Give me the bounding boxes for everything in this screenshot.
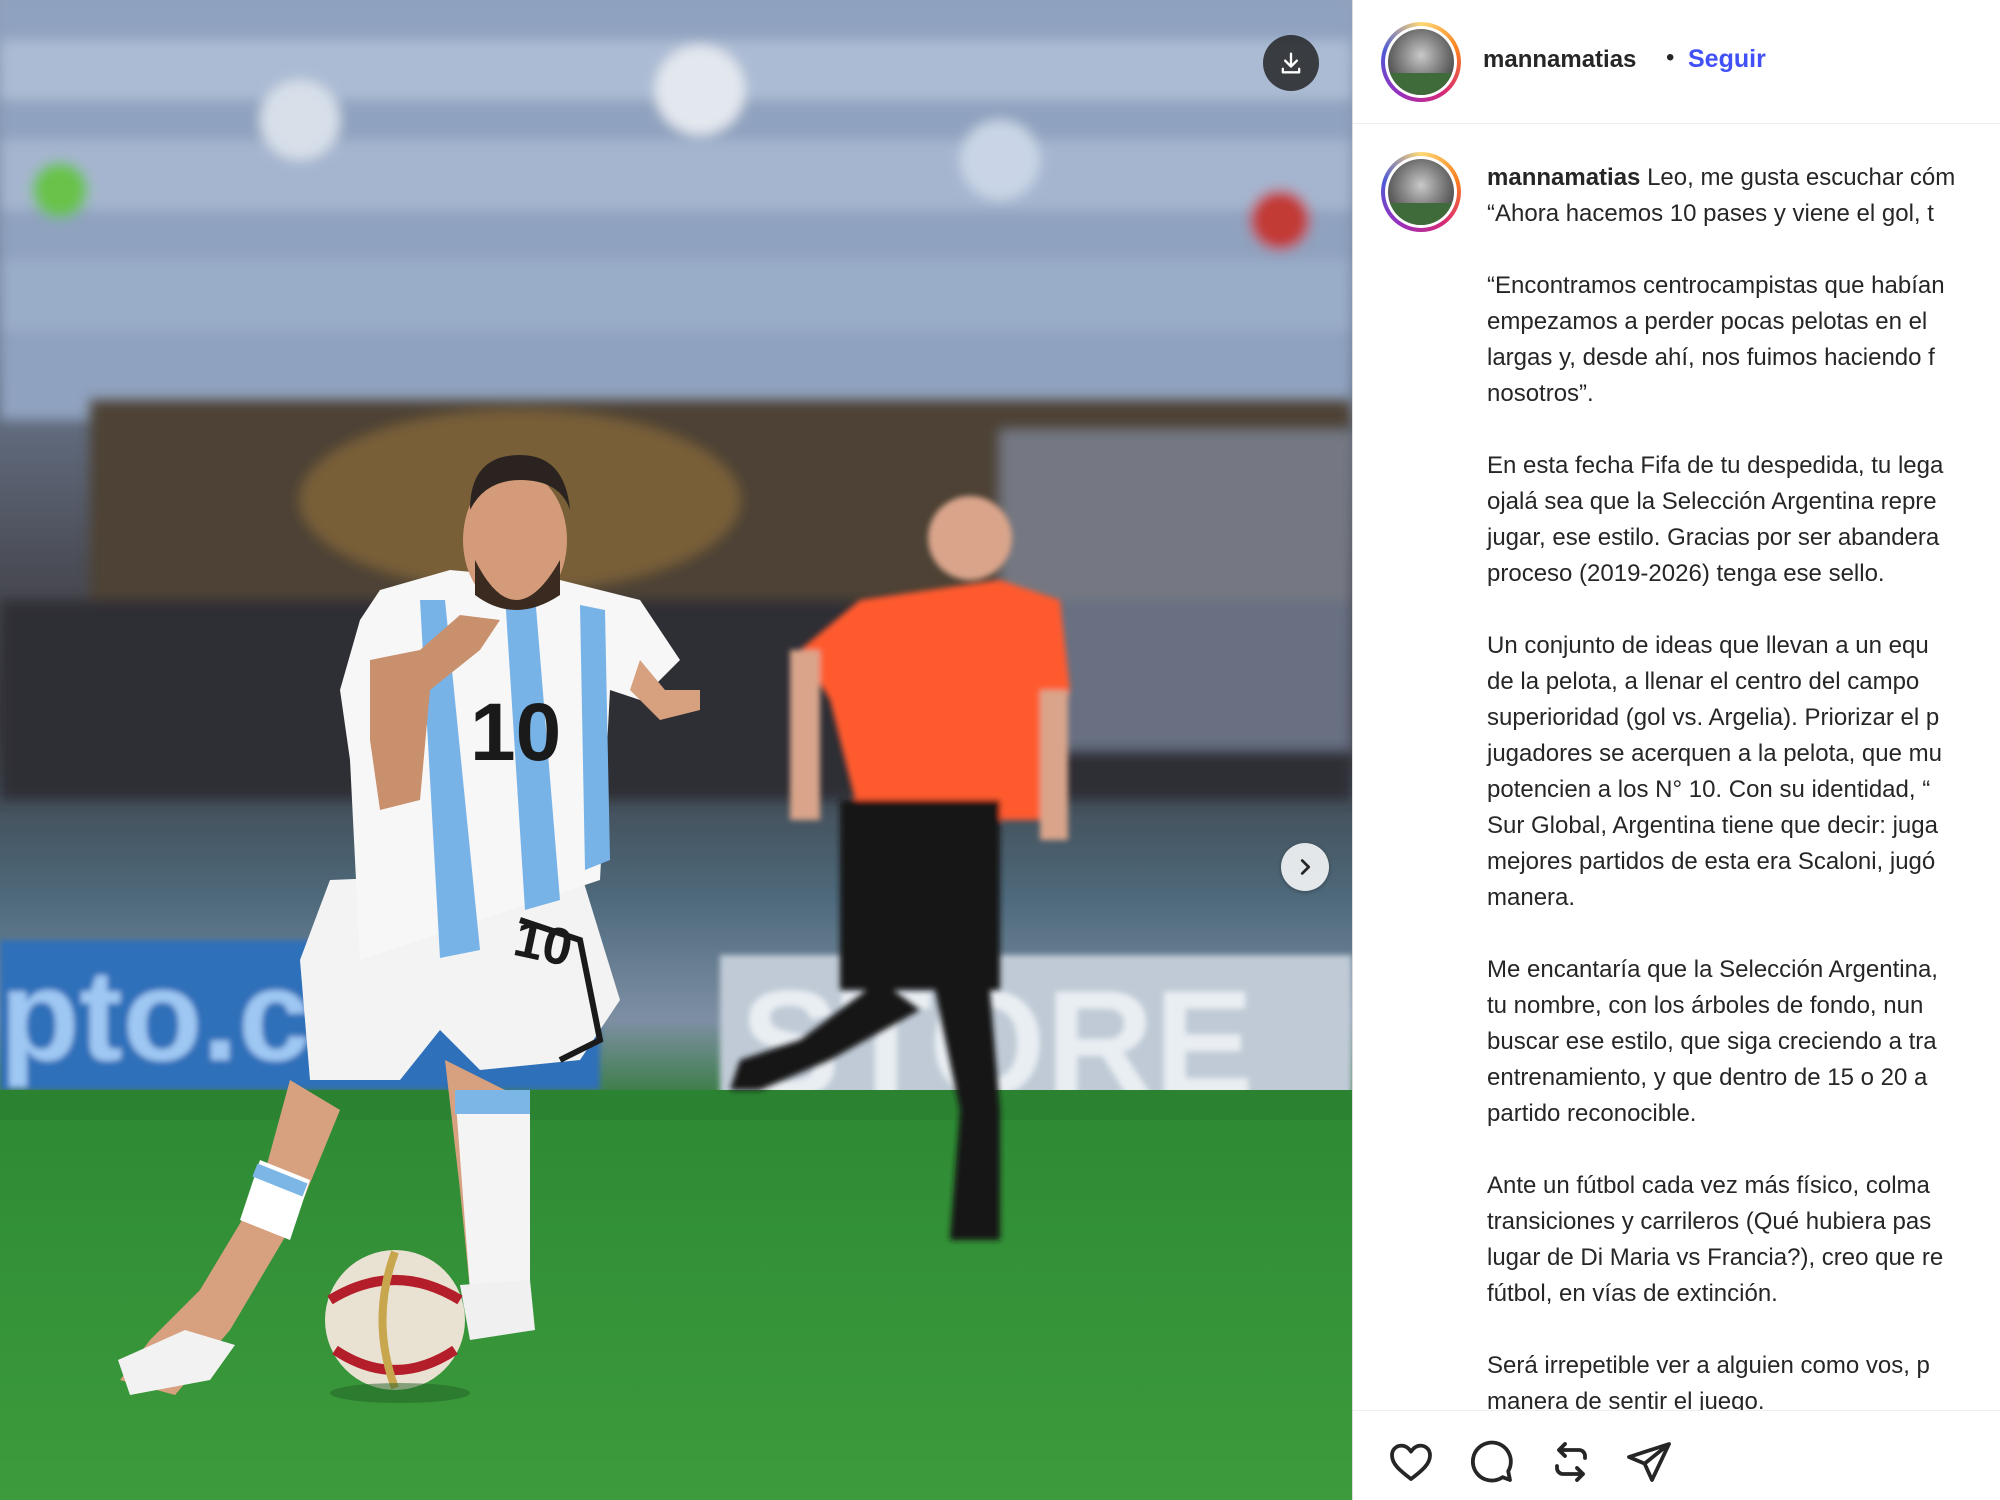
caption-avatar[interactable] [1381,152,1461,232]
caption-line: empezamos a perder pocas pelotas en el [1487,308,1928,335]
caption-line: Leo, me gusta escuchar cóm [1647,164,1956,191]
svg-text:pto.c: pto.c [0,942,311,1088]
svg-text:10: 10 [509,909,578,978]
caption-line: largas y, desde ahí, nos fuimos haciendo… [1487,344,1935,371]
repost-icon[interactable] [1547,1438,1595,1486]
action-bar [1353,1410,2000,1500]
crowd-background [0,0,1352,420]
post-header: mannamatias • Seguir [1353,0,2000,124]
caption-line: buscar ese estilo, que siga creciendo a … [1487,1028,1937,1055]
caption-line: de la pelota, a llenar el centro del cam… [1487,668,1920,695]
caption-line: Ante un fútbol cada vez más físico, colm… [1487,1172,1930,1199]
caption-line: ojalá sea que la Selección Argentina rep… [1487,488,1937,515]
next-image-button[interactable] [1281,843,1329,891]
caption-line: transiciones y carrileros (Qué hubiera p… [1487,1208,1932,1235]
caption-line: Me encantaría que la Selección Argentina… [1487,956,1938,983]
avatar[interactable] [1381,22,1461,102]
heart-icon[interactable] [1387,1438,1435,1486]
caption-line: jugadores se acerquen a la pelota, que m… [1487,740,1942,767]
caption-line: Será irrepetible ver a alguien como vos,… [1487,1352,1930,1379]
caption-line: superioridad (gol vs. Argelia). Prioriza… [1487,704,1940,731]
caption-line: mejores partidos de esta era Scaloni, ju… [1487,848,1936,875]
comment-icon[interactable] [1467,1438,1515,1486]
download-icon [1281,52,1301,74]
caption-line: potencien a los N° 10. Con su identidad,… [1487,776,1931,803]
caption-line: manera. [1487,884,1576,911]
caption-line: tu nombre, con los árboles de fondo, nun [1487,992,1924,1019]
download-button[interactable] [1263,35,1319,91]
caption-line: fútbol, en vías de extinción. [1487,1280,1778,1307]
caption-line: entrenamiento, y que dentro de 15 o 20 a [1487,1064,1928,1091]
match-photo: pto.c STORE 10 10 [0,0,1352,1500]
caption-line: Un conjunto de ideas que llevan a un equ [1487,632,1929,659]
caption-line: nosotros”. [1487,380,1594,407]
post-image[interactable]: pto.c STORE 10 10 [0,0,1352,1500]
follow-button[interactable]: Seguir [1688,45,1766,74]
header-username[interactable]: mannamatias [1483,46,1636,74]
caption-line: “Ahora hacemos 10 pases y viene el gol, … [1487,200,1934,227]
separator-dot: • [1666,44,1675,71]
chevron-right-icon [1300,859,1311,875]
caption-line: manera de sentir el juego. [1487,1388,1765,1410]
post-sidebar: mannamatias • Seguir mannamatias Leo, me… [1352,0,2000,1500]
caption-line: proceso (2019-2026) tenga ese sello. [1487,560,1885,587]
caption-line: partido reconocible. [1487,1100,1697,1127]
caption-line: jugar, ese estilo. Gracias por ser aband… [1487,524,1940,551]
avatar-image [1388,29,1454,95]
caption-area[interactable]: mannamatias Leo, me gusta escuchar cóm “… [1353,124,2000,1410]
caption-line: “Encontramos centrocampistas que habían [1487,272,1945,299]
send-icon[interactable] [1625,1438,1673,1486]
caption-username[interactable]: mannamatias [1487,164,1640,191]
caption-text: mannamatias Leo, me gusta escuchar cóm “… [1487,160,2000,1410]
caption-line: En esta fecha Fifa de tu despedida, tu l… [1487,452,1944,479]
avatar-image [1388,159,1454,225]
caption-line: Sur Global, Argentina tiene que decir: j… [1487,812,1938,839]
caption-line: lugar de Di Maria vs Francia?), creo que… [1487,1244,1944,1271]
svg-text:10: 10 [470,687,561,778]
